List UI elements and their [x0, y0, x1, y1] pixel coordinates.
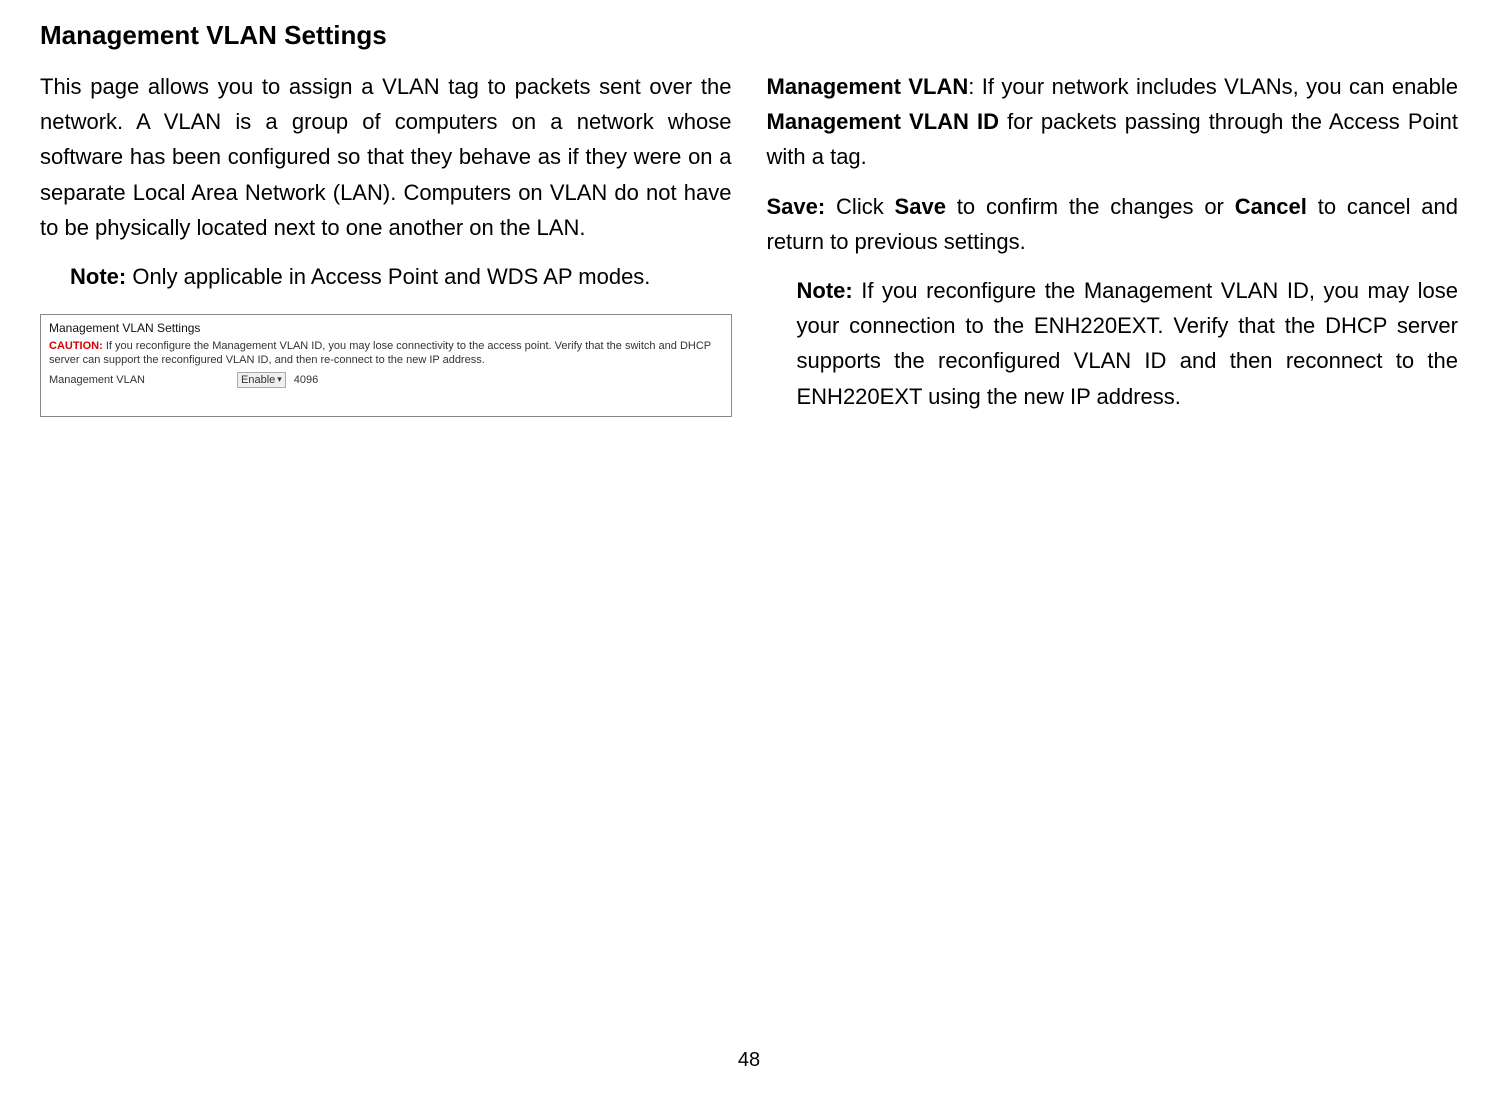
page-number: 48: [738, 1049, 760, 1072]
cancel-bold: Cancel: [1235, 194, 1307, 219]
vlan-enable-dropdown[interactable]: Enable ▾: [237, 372, 286, 388]
intro-paragraph: This page allows you to assign a VLAN ta…: [40, 69, 732, 245]
save-paragraph: Save: Click Save to confirm the changes …: [767, 189, 1459, 259]
save-text-2: to confirm the changes or: [946, 194, 1235, 219]
page-title: Management VLAN Settings: [40, 20, 1458, 51]
save-bold-1: Save: [895, 194, 946, 219]
settings-panel-title: Management VLAN Settings: [49, 321, 723, 335]
caution-label: CAUTION:: [49, 340, 103, 352]
caution-text: CAUTION: If you reconfigure the Manageme…: [49, 339, 723, 368]
two-column-layout: This page allows you to assign a VLAN ta…: [40, 69, 1458, 434]
save-text-1: Click: [825, 194, 894, 219]
dropdown-value: Enable: [241, 374, 275, 386]
mgmt-text-1: : If your network includes VLANs, you ca…: [968, 74, 1458, 99]
vlan-row-label: Management VLAN: [49, 374, 229, 386]
left-column: This page allows you to assign a VLAN ta…: [40, 69, 732, 434]
note2-text: If you reconfigure the Management VLAN I…: [797, 278, 1459, 409]
caution-body: If you reconfigure the Management VLAN I…: [49, 340, 711, 366]
note-paragraph: Note: Only applicable in Access Point an…: [40, 259, 732, 294]
note2-paragraph: Note: If you reconfigure the Management …: [767, 273, 1459, 414]
mgmt-vlan-label: Management VLAN: [767, 74, 969, 99]
save-label: Save:: [767, 194, 826, 219]
note-label: Note:: [70, 264, 126, 289]
chevron-down-icon: ▾: [277, 374, 282, 385]
mgmt-vlan-paragraph: Management VLAN: If your network include…: [767, 69, 1459, 175]
settings-panel: Management VLAN Settings CAUTION: If you…: [40, 314, 732, 417]
mgmt-vlan-id-bold: Management VLAN ID: [767, 109, 1000, 134]
note2-label: Note:: [797, 278, 853, 303]
note-text: Only applicable in Access Point and WDS …: [126, 264, 650, 289]
vlan-row: Management VLAN Enable ▾ 4096: [49, 372, 723, 388]
right-column: Management VLAN: If your network include…: [767, 69, 1459, 434]
vlan-id-value: 4096: [294, 374, 318, 386]
